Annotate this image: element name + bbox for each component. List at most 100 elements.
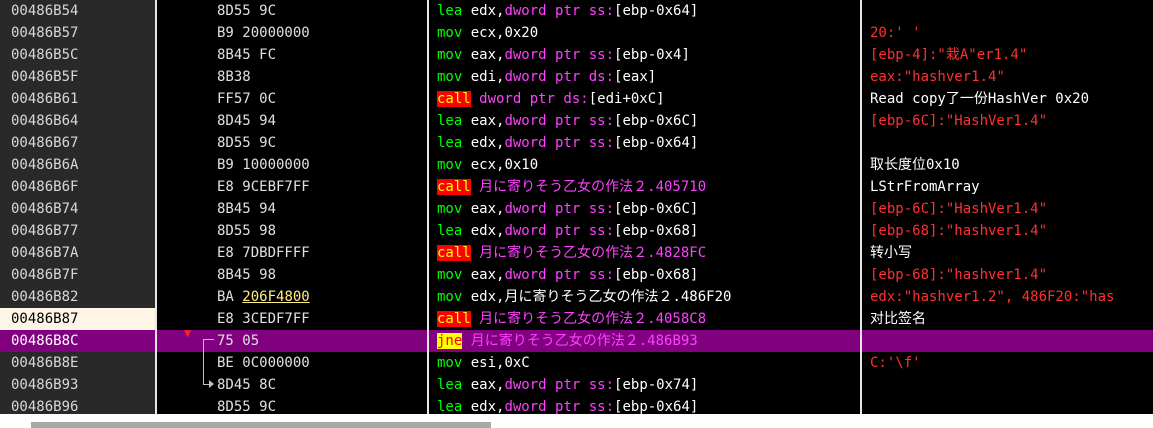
disassembly-view[interactable]: 00486B54 8D55 9C lea edx,dword ptr ss:[ebp… (0, 0, 1153, 415)
instruction-row[interactable]: 00486B77 8D55 98 lea edx,dword ptr ss:[ebp… (0, 220, 1153, 242)
mnemonic: jne (437, 333, 463, 349)
mnemonic: lea (437, 399, 463, 415)
instruction-comment: edx:"hashver1.2", 486F20:"has (870, 289, 1115, 305)
opcode-bytes: BE 0C000000 (217, 355, 310, 371)
jump-line (203, 339, 204, 384)
mnemonic: mov (437, 69, 463, 85)
opcode-bytes: 8B45 98 (217, 267, 277, 283)
instruction-row[interactable]: 00486B82 BA 206F4800 mov edx,月に寄りそう乙女の作法２.… (0, 286, 1153, 308)
instruction-address[interactable]: 00486B93 (11, 374, 151, 396)
instruction-comment: [ebp-6C]:"HashVer1.4" (870, 201, 1048, 217)
instruction-address[interactable]: 00486B7F (11, 264, 151, 286)
operand: edi, (462, 69, 505, 85)
address-reference-bytes: 206F4800 (242, 289, 310, 305)
instruction-row[interactable]: 00486B6F E8 9CEBF7FF call 月に寄りそう乙女の作法２.405… (0, 176, 1153, 198)
instruction-row[interactable]: 00486B87 E8 3CEDF7FF call 月に寄りそう乙女の作法２.405… (0, 308, 1153, 330)
disassembly-text: call 月に寄りそう乙女の作法２.4058C8 (437, 308, 857, 330)
instruction-comment (870, 132, 1153, 154)
operand: dword ptr ss: (504, 135, 615, 151)
mnemonic: mov (437, 201, 463, 217)
operand: esi,0xC (462, 355, 530, 371)
mnemonic: mov (437, 25, 463, 41)
instruction-address[interactable]: 00486B54 (11, 0, 151, 22)
instruction-address[interactable]: 00486B82 (11, 286, 151, 308)
instruction-address[interactable]: 00486B64 (11, 110, 151, 132)
instruction-row[interactable]: 00486B67 8D55 9C lea edx,dword ptr ss:[ebp… (0, 132, 1153, 154)
operand: 月に寄りそう乙女の作法２.4828FC (470, 245, 707, 261)
instruction-comment (870, 374, 1153, 396)
instruction-address[interactable]: 00486B5F (11, 66, 151, 88)
instruction-row[interactable]: 00486B74 8B45 94 mov eax,dword ptr ss:[ebp… (0, 198, 1153, 220)
column-divider[interactable] (860, 0, 862, 414)
mnemonic: mov (437, 289, 463, 305)
opcode-bytes: E8 7DBDFFFF (217, 245, 310, 261)
operand: dword ptr ss: (504, 399, 615, 415)
opcode-bytes: 8D55 9C (217, 3, 277, 19)
operand: [ebp-0x64] (614, 135, 699, 151)
instruction-bytes: 8D45 8C (217, 374, 422, 396)
instruction-bytes: B9 10000000 (217, 154, 422, 176)
instruction-row[interactable]: 00486B5C 8B45 FC mov eax,dword ptr ss:[ebp… (0, 44, 1153, 66)
operand: [eax] (614, 69, 657, 85)
operand: [ebp-0x68] (614, 267, 699, 283)
opcode-bytes: E8 9CEBF7FF (217, 179, 310, 195)
operand: eax, (462, 267, 505, 283)
instruction-address[interactable]: 00486B74 (11, 198, 151, 220)
operand: ecx,0x20 (462, 25, 539, 41)
instruction-row[interactable]: 00486B93 8D45 8C lea eax,dword ptr ss:[ebp… (0, 374, 1153, 396)
instruction-address[interactable]: 00486B87 (11, 308, 151, 330)
instruction-address[interactable]: 00486B61 (11, 88, 151, 110)
column-divider[interactable] (427, 0, 429, 414)
instruction-row[interactable]: 00486B8E BE 0C000000 mov esi,0xC C:'\f' (0, 352, 1153, 374)
operand: edx, (462, 399, 505, 415)
operand: [ebp-0x4] (614, 47, 690, 63)
instruction-address[interactable]: 00486B8C (11, 330, 151, 352)
instruction-row[interactable]: 00486B7A E8 7DBDFFFF call 月に寄りそう乙女の作法２.482… (0, 242, 1153, 264)
instruction-row[interactable]: 00486B7F 8B45 98 mov eax,dword ptr ss:[ebp… (0, 264, 1153, 286)
instruction-row[interactable]: 00486B64 8D45 94 lea eax,dword ptr ss:[ebp… (0, 110, 1153, 132)
instruction-bytes: 8D55 98 (217, 220, 422, 242)
instruction-comment: 转小写 (870, 245, 912, 261)
instruction-comment: LStrFromArray (870, 179, 980, 195)
instruction-comment (870, 330, 1153, 352)
instruction-bytes: 8D45 94 (217, 110, 422, 132)
scrollbar-thumb[interactable] (31, 422, 491, 428)
disassembly-text: mov eax,dword ptr ss:[ebp-0x4] (437, 44, 857, 66)
instruction-row[interactable]: 00486B8C 75 05 jne 月に寄りそう乙女の作法２.486B93 (0, 330, 1153, 352)
column-divider[interactable] (155, 0, 157, 414)
operand: edx, (462, 3, 505, 19)
instruction-address[interactable]: 00486B77 (11, 220, 151, 242)
disassembly-text: lea eax,dword ptr ss:[ebp-0x6C] (437, 110, 857, 132)
instruction-address[interactable]: 00486B6F (11, 176, 151, 198)
operand: [ebp-0x64] (614, 3, 699, 19)
operand: dword ptr ss: (504, 377, 615, 393)
mnemonic: call (437, 311, 471, 327)
instruction-row[interactable]: 00486B57 B9 20000000 mov ecx,0x20 20:' ' (0, 22, 1153, 44)
disassembly-text: lea edx,dword ptr ss:[ebp-0x64] (437, 0, 857, 22)
instruction-row[interactable]: 00486B6A B9 10000000 mov ecx,0x10 取长度位0x10 (0, 154, 1153, 176)
instruction-bytes: BE 0C000000 (217, 352, 422, 374)
instruction-comment: 取长度位0x10 (870, 157, 960, 173)
instruction-address[interactable]: 00486B6A (11, 154, 151, 176)
disassembly-text: mov esi,0xC (437, 352, 857, 374)
operand: 月に寄りそう乙女の作法２.486B93 (462, 333, 698, 349)
operand: [ebp-0x6C] (614, 113, 699, 129)
instruction-row[interactable]: 00486B54 8D55 9C lea edx,dword ptr ss:[ebp… (0, 0, 1153, 22)
opcode-bytes: 8D55 9C (217, 399, 277, 415)
operand: dword ptr ss: (504, 47, 615, 63)
instruction-bytes: E8 7DBDFFFF (217, 242, 422, 264)
operand: [ebp-0x68] (614, 223, 699, 239)
instruction-address[interactable]: 00486B8E (11, 352, 151, 374)
instruction-row[interactable]: 00486B5F 8B38 mov edi,dword ptr ds:[eax] ea… (0, 66, 1153, 88)
instruction-address[interactable]: 00486B7A (11, 242, 151, 264)
mnemonic: mov (437, 267, 463, 283)
instruction-address[interactable]: 00486B5C (11, 44, 151, 66)
operand: dword ptr ds: (504, 69, 615, 85)
mnemonic: call (437, 179, 471, 195)
instruction-row[interactable]: 00486B61 FF57 0C call dword ptr ds:[edi+0x… (0, 88, 1153, 110)
instruction-address[interactable]: 00486B57 (11, 22, 151, 44)
instruction-address[interactable]: 00486B67 (11, 132, 151, 154)
horizontal-scrollbar[interactable] (0, 414, 1153, 428)
disassembly-text: lea eax,dword ptr ss:[ebp-0x74] (437, 374, 857, 396)
jump-target-arrow-icon (209, 380, 214, 388)
